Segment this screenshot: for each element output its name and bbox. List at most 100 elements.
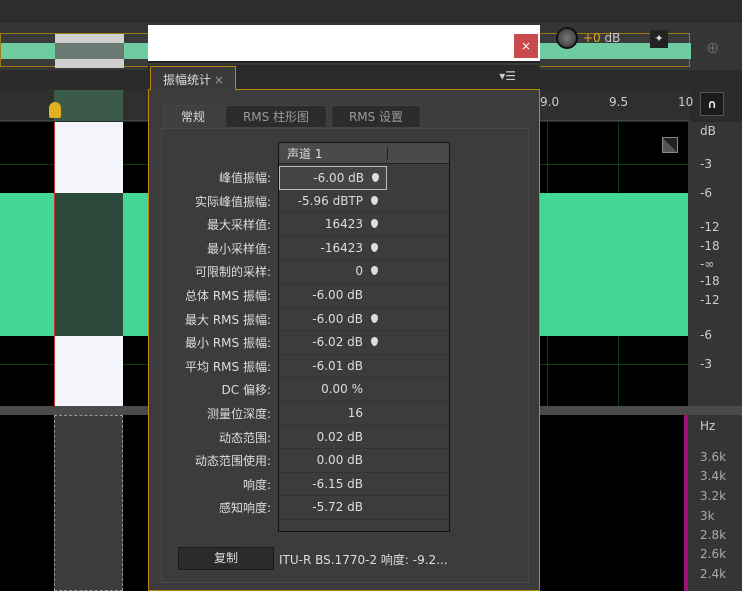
panel-tab-bar: 振幅统计 × ▾☰ (148, 65, 540, 91)
table-row[interactable]: 0 (279, 260, 449, 284)
snap-magnet-icon[interactable]: ∩ (700, 92, 724, 116)
table-row[interactable]: -5.96 dBTP (279, 190, 449, 214)
hz-label: 3.4k (700, 469, 727, 483)
zoom-icon[interactable]: ⊕ (706, 38, 719, 57)
copy-button[interactable]: 复制 (178, 547, 274, 570)
panel-close-icon[interactable]: × (214, 73, 224, 87)
db-label: -∞ (700, 257, 715, 271)
tab-general[interactable]: 常规 (163, 105, 223, 129)
stat-value: 0.02 dB (316, 429, 363, 444)
hz-label: 3k (700, 509, 715, 523)
tab-rms-histogram[interactable]: RMS 柱形图 (225, 105, 327, 128)
tab-rms-settings[interactable]: RMS 设置 (331, 105, 421, 128)
db-label: -18 (700, 239, 720, 253)
marker-icon[interactable] (371, 195, 378, 205)
marker-icon[interactable] (371, 219, 378, 229)
ruler-label: 10 (678, 95, 694, 109)
close-button[interactable]: × (514, 34, 538, 58)
overview-selection[interactable] (55, 34, 124, 68)
stat-label: 最小 RMS 振幅: (185, 336, 271, 351)
pin-icon[interactable]: ✦ (650, 30, 668, 48)
stat-value: 0 (355, 264, 363, 279)
table-row[interactable]: 0.02 dB (279, 426, 449, 450)
volume-knob[interactable] (556, 27, 578, 49)
panel-title: 振幅统计 (163, 73, 212, 87)
table-row[interactable]: -6.01 dB (279, 355, 449, 379)
hz-label: 2.6k (700, 547, 727, 561)
stat-label: 最大采样值: (206, 218, 271, 233)
table-row[interactable]: -6.02 dB (279, 331, 449, 355)
table-row[interactable]: 0.00 dB (279, 449, 449, 473)
gain-value[interactable]: +0 (583, 31, 601, 45)
db-label: -12 (700, 220, 720, 234)
stat-label: 可限制的采样: (194, 265, 271, 280)
table-row[interactable]: -6.00 dB (279, 308, 449, 332)
amplitude-statistics-panel: 振幅统计 × ▾☰ 常规 RMS 柱形图 RMS 设置 声道 1 -6.00 dB… (148, 65, 540, 591)
marker-icon[interactable] (371, 313, 378, 323)
channel-header: 声道 1 (287, 147, 323, 161)
stat-value: -6.00 dB (312, 288, 363, 302)
stat-value: -5.96 dBTP (297, 193, 363, 208)
panel-menu-icon[interactable]: ▾☰ (499, 69, 516, 83)
panel-body: 常规 RMS 柱形图 RMS 设置 声道 1 -6.00 dB -5.96 dBT… (148, 90, 540, 591)
stat-value: -6.00 dB (313, 171, 364, 185)
table-row[interactable]: -6.00 dB (279, 166, 387, 190)
ruler-selection[interactable] (54, 90, 123, 121)
marker-icon[interactable] (371, 242, 378, 252)
hz-label: 2.8k (700, 528, 727, 542)
table-row[interactable]: 0.00 % (279, 378, 449, 402)
table-row[interactable]: -5.72 dB (279, 496, 449, 520)
db-label: -6 (700, 328, 712, 342)
stats-table: 声道 1 -6.00 dB -5.96 dBTP 16423 -16423 0 -6.00… (278, 142, 450, 532)
gain-unit: dB (600, 31, 621, 45)
stat-value: 0.00 % (321, 382, 363, 397)
hz-unit: Hz (700, 419, 716, 433)
stat-value: -6.00 dB (312, 311, 363, 326)
collapse-icon[interactable] (662, 137, 678, 153)
marker-icon[interactable] (371, 266, 378, 276)
stat-label: 响度: (242, 477, 271, 492)
itu-loudness-text: ITU-R BS.1770-2 响度: -9.2... (279, 553, 448, 567)
hz-label: 2.4k (700, 567, 727, 581)
spectral-selection[interactable] (54, 415, 123, 591)
db-label: -12 (700, 293, 720, 307)
marker-icon[interactable] (371, 337, 378, 347)
stat-label: 最小采样值: (206, 241, 271, 256)
table-row[interactable]: 16 (279, 402, 449, 426)
gain-readout[interactable]: +0 dB (583, 31, 620, 45)
db-unit: dB (700, 124, 716, 138)
stat-label: 峰值振幅: (218, 171, 271, 185)
table-row[interactable]: -6.15 dB (279, 473, 449, 497)
panel-tab-amplitude-statistics[interactable]: 振幅统计 × (150, 66, 236, 91)
stat-value: -6.15 dB (312, 476, 363, 491)
ruler-label: 9.5 (609, 95, 629, 109)
marker-icon[interactable] (372, 173, 379, 182)
stat-value: 16423 (324, 217, 363, 232)
db-label: -3 (700, 357, 712, 371)
hz-scale: Hz 3.6k 3.4k 3.2k 3k 2.8k 2.6k 2.4k (688, 415, 742, 591)
ruler-label: 9.0 (540, 95, 560, 109)
playhead-icon[interactable] (49, 102, 61, 118)
stat-value: 0.00 dB (316, 453, 363, 468)
stat-value: -5.72 dB (312, 500, 363, 515)
hz-label: 3.2k (700, 489, 727, 503)
stat-value: -16423 (320, 240, 363, 255)
table-row[interactable]: 16423 (279, 213, 449, 237)
db-label: -6 (700, 186, 712, 200)
table-row[interactable]: -16423 (279, 237, 449, 261)
stat-value: 16 (347, 406, 363, 420)
table-row[interactable]: -6.00 dB (279, 284, 449, 308)
stat-label: 最大 RMS 振幅: (185, 312, 271, 327)
db-label: -3 (700, 157, 712, 171)
stat-label: 平均 RMS 振幅: (185, 359, 271, 374)
stat-label: 总体 RMS 振幅: (185, 289, 271, 303)
stat-value: -6.02 dB (312, 335, 363, 350)
hz-label: 3.6k (700, 450, 727, 464)
db-label: -18 (700, 274, 720, 288)
time-selection[interactable] (54, 122, 123, 406)
stat-label: DC 偏移: (221, 383, 271, 398)
table-header: 声道 1 (279, 143, 449, 164)
db-scale: dB -3 -6 -12 -18 -∞ -18 -12 -6 -3 (688, 122, 742, 406)
top-toolbar (0, 0, 742, 22)
blank-popup: × (148, 25, 540, 63)
